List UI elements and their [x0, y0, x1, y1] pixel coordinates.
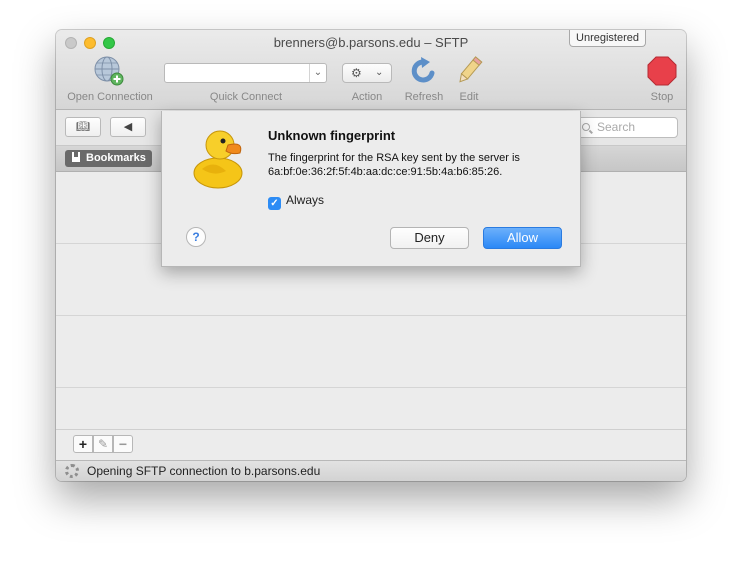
open-connection-button[interactable]: Open Connection [56, 52, 164, 108]
back-button[interactable]: ◀ [110, 117, 146, 137]
back-arrow-icon: ◀ [123, 121, 133, 133]
always-checkbox[interactable]: ✓ Always [268, 193, 324, 210]
add-bookmark-button[interactable]: + [73, 435, 93, 453]
dialog-title: Unknown fingerprint [268, 128, 396, 143]
always-label: Always [286, 193, 325, 207]
chevron-down-icon[interactable]: ⌄ [309, 64, 326, 82]
edit-button[interactable]: Edit [448, 52, 490, 108]
search-input[interactable]: Search [574, 117, 678, 138]
quick-connect-label: Quick Connect [209, 91, 283, 103]
bookmark-icon [72, 152, 80, 162]
allow-button[interactable]: Allow [483, 227, 562, 249]
action-menu-button[interactable]: ⚙ ⌄ [342, 63, 392, 83]
action-label: Action [351, 91, 383, 103]
tab-bookmarks[interactable]: Bookmarks [65, 150, 152, 167]
list-divider [56, 387, 686, 388]
refresh-icon [411, 57, 435, 83]
quick-connect-combo[interactable]: ⌄ [164, 63, 327, 83]
stop-button[interactable]: Stop [640, 52, 684, 108]
edit-bookmark-button[interactable]: ✎ [93, 435, 113, 453]
open-connection-label: Open Connection [67, 91, 153, 103]
refresh-label: Refresh [404, 91, 444, 103]
edit-label: Edit [459, 91, 479, 103]
pencil-icon [459, 56, 483, 83]
stop-icon [647, 56, 677, 86]
duck-icon [193, 130, 243, 189]
stop-label: Stop [650, 91, 674, 103]
search-icon [582, 123, 590, 131]
remove-bookmark-button[interactable]: − [113, 435, 133, 453]
toolbar: brenners@b.parsons.edu – SFTP Unregister… [56, 30, 686, 110]
spinner-icon [65, 464, 79, 478]
status-bar: Opening SFTP connection to b.parsons.edu [56, 460, 686, 481]
bookmarks-toggle-button[interactable]: 📖︎ [65, 117, 101, 137]
refresh-button[interactable]: Refresh [400, 52, 448, 108]
bookmark-actions-bar: + ✎ − [56, 429, 686, 460]
dialog-message: The fingerprint for the RSA key sent by … [268, 152, 520, 178]
gear-icon: ⚙ [351, 66, 362, 80]
status-text: Opening SFTP connection to b.parsons.edu [87, 464, 321, 478]
unregistered-badge[interactable]: Unregistered [569, 30, 646, 47]
help-button[interactable]: ? [186, 227, 206, 247]
book-icon: 📖︎ [76, 121, 90, 133]
fingerprint-dialog: Unknown fingerprint The fingerprint for … [161, 111, 581, 267]
chevron-down-icon: ⌄ [375, 67, 384, 78]
deny-button[interactable]: Deny [390, 227, 469, 249]
search-placeholder: Search [597, 120, 636, 134]
tab-bookmarks-label: Bookmarks [86, 152, 146, 164]
list-divider [56, 315, 686, 316]
globe-icon [94, 56, 124, 86]
checkmark-icon[interactable]: ✓ [268, 197, 281, 210]
